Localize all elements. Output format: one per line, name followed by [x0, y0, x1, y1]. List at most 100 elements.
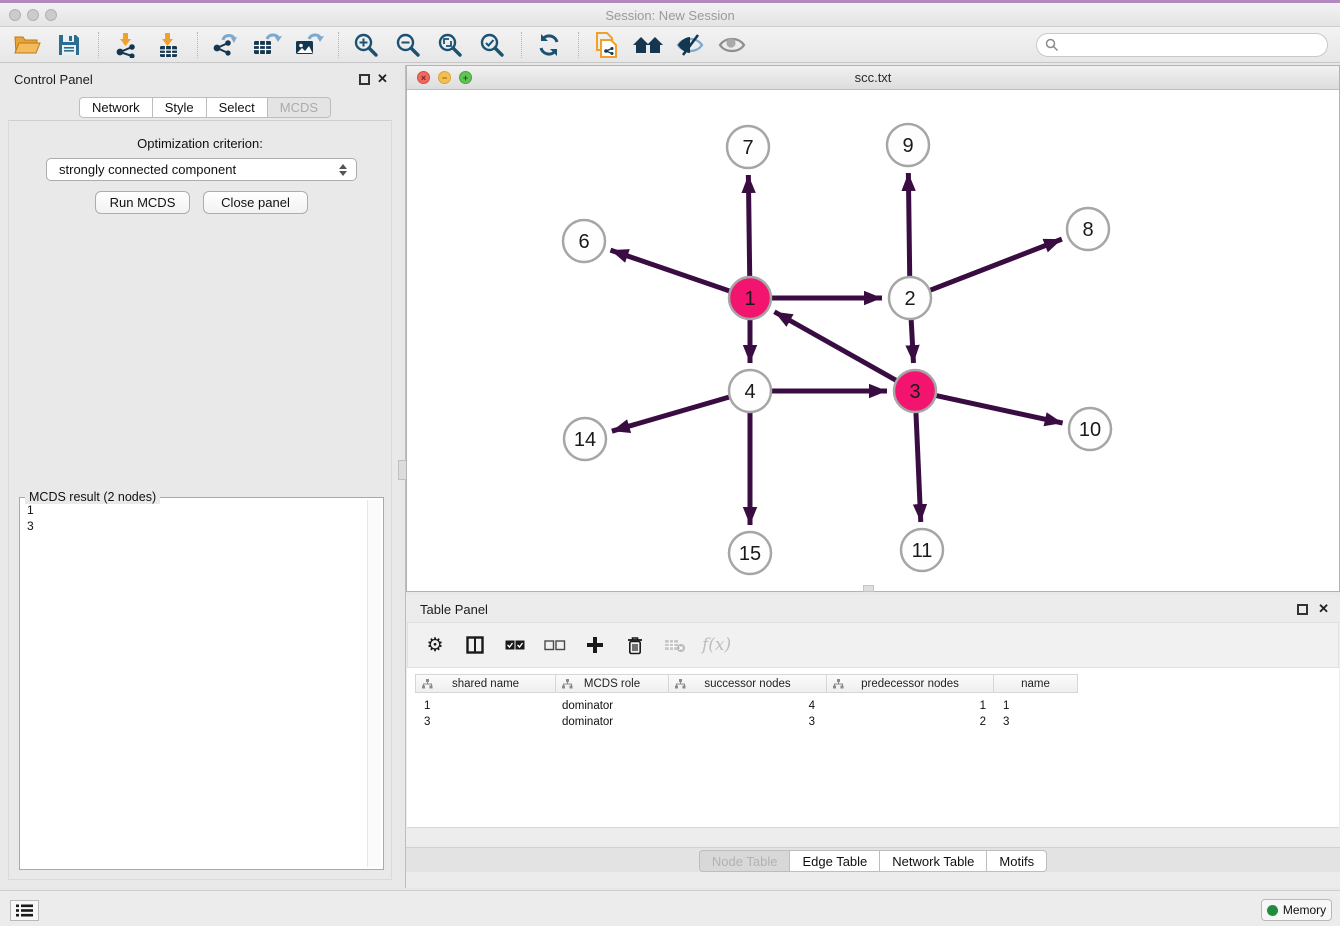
criterion-dropdown[interactable]: strongly connected component [46, 158, 357, 181]
cell-mcds-role: dominator [556, 714, 669, 730]
tab-motifs[interactable]: Motifs [987, 850, 1047, 872]
edge-2-3[interactable] [911, 319, 913, 363]
criterion-value: strongly connected component [59, 162, 335, 177]
close-table-panel-icon[interactable]: ✕ [1318, 601, 1329, 617]
node-10[interactable]: 10 [1069, 408, 1111, 450]
import-table-icon[interactable] [151, 30, 185, 60]
node-15[interactable]: 15 [729, 532, 771, 574]
hide-selected-icon[interactable] [673, 30, 707, 60]
column-label: MCDS role [584, 678, 640, 690]
column-header-shared-name[interactable]: shared name [415, 674, 556, 693]
node-label: 15 [739, 543, 761, 565]
tab-edge-table[interactable]: Edge Table [790, 850, 880, 872]
import-network-icon[interactable] [109, 30, 143, 60]
deselect-all-rows-icon[interactable] [542, 630, 568, 660]
node-label: 8 [1082, 219, 1093, 241]
refresh-icon[interactable] [532, 30, 566, 60]
first-neighbors-icon[interactable] [631, 30, 665, 60]
close-panel-icon[interactable]: ✕ [377, 71, 388, 87]
edge-3-11[interactable] [916, 412, 921, 522]
control-panel-tabs: Network Style Select MCDS [79, 97, 331, 118]
column-header-name[interactable]: name [994, 674, 1078, 693]
edge-1-6[interactable] [610, 250, 730, 291]
node-1[interactable]: 1 [729, 277, 771, 319]
result-scrollbar[interactable] [367, 500, 381, 867]
network-window-titlebar[interactable]: × − + scc.txt [407, 66, 1339, 90]
zoom-fit-icon[interactable] [433, 30, 467, 60]
memory-label: Memory [1283, 903, 1326, 917]
export-image-icon[interactable] [292, 30, 326, 60]
column-label: name [1021, 678, 1050, 690]
node-9[interactable]: 9 [887, 124, 929, 166]
table-hscroll-area[interactable] [407, 827, 1339, 845]
show-all-icon[interactable] [715, 30, 749, 60]
column-type-icon [675, 679, 686, 689]
memory-status-icon [1267, 905, 1278, 916]
columns-icon[interactable] [462, 630, 488, 660]
node-14[interactable]: 14 [564, 418, 606, 460]
float-table-panel-icon[interactable] [1297, 604, 1308, 615]
tab-mcds[interactable]: MCDS [268, 97, 331, 118]
tab-node-table[interactable]: Node Table [699, 850, 791, 872]
node-4[interactable]: 4 [729, 370, 771, 412]
edge-2-9[interactable] [908, 173, 909, 277]
edge-3-1[interactable] [774, 312, 896, 381]
tab-select[interactable]: Select [207, 97, 268, 118]
delete-column-icon[interactable] [622, 630, 648, 660]
function-builder-icon[interactable]: f(x) [702, 630, 731, 660]
network-graph[interactable]: 7 9 6 8 1 2 4 3 14 10 15 11 [407, 90, 1339, 591]
mcds-result-box: MCDS result (2 nodes) 1 3 [19, 497, 384, 870]
zoom-in-icon[interactable] [349, 30, 383, 60]
table-row[interactable]: 1 dominator 4 1 1 [415, 698, 1078, 714]
edge-4-14[interactable] [612, 397, 730, 431]
copy-view-icon[interactable] [589, 30, 623, 60]
column-header-successor-nodes[interactable]: successor nodes [669, 674, 827, 693]
node-3[interactable]: 3 [894, 370, 936, 412]
node-7[interactable]: 7 [727, 126, 769, 168]
toolbar-separator [98, 32, 99, 58]
memory-button[interactable]: Memory [1261, 899, 1332, 921]
task-history-button[interactable] [10, 900, 39, 921]
add-column-icon[interactable] [582, 630, 608, 660]
node-2[interactable]: 2 [889, 277, 931, 319]
node-8[interactable]: 8 [1067, 208, 1109, 250]
toolbar-separator [578, 32, 579, 58]
mcds-result-text[interactable]: 1 3 [22, 502, 365, 867]
control-panel-header: Control Panel ✕ [0, 65, 400, 93]
zoom-selected-icon[interactable] [475, 30, 509, 60]
export-network-icon[interactable] [208, 30, 242, 60]
delete-table-icon[interactable] [662, 630, 688, 660]
edge-1-7[interactable] [748, 175, 749, 277]
main-toolbar [0, 27, 1340, 63]
edge-3-10[interactable] [936, 395, 1063, 423]
mcds-panel: Optimization criterion: strongly connect… [8, 120, 392, 880]
column-label: successor nodes [704, 678, 790, 690]
node-11[interactable]: 11 [901, 529, 943, 571]
save-session-icon[interactable] [52, 30, 86, 60]
column-header-mcds-role[interactable]: MCDS role [556, 674, 669, 693]
tab-network[interactable]: Network [79, 97, 153, 118]
main-titlebar[interactable]: Session: New Session [0, 3, 1340, 27]
network-canvas[interactable]: 7 9 6 8 1 2 4 3 14 10 15 11 [407, 90, 1339, 591]
column-header-predecessor-nodes[interactable]: predecessor nodes [827, 674, 994, 693]
tab-network-table[interactable]: Network Table [880, 850, 987, 872]
select-all-rows-icon[interactable] [502, 630, 528, 660]
float-panel-icon[interactable] [359, 74, 370, 85]
export-table-icon[interactable] [250, 30, 284, 60]
search-box[interactable] [1036, 33, 1328, 57]
run-mcds-button[interactable]: Run MCDS [95, 191, 190, 214]
close-panel-button[interactable]: Close panel [203, 191, 308, 214]
node-label: 1 [744, 288, 755, 310]
node-label: 14 [574, 429, 596, 451]
cell-predecessor-nodes: 2 [827, 714, 994, 730]
gear-icon[interactable]: ⚙ [422, 630, 448, 660]
open-file-icon[interactable] [10, 30, 44, 60]
edge-2-8[interactable] [930, 239, 1062, 290]
search-input[interactable] [1059, 38, 1327, 52]
column-type-icon [422, 679, 433, 689]
tab-style[interactable]: Style [153, 97, 207, 118]
table-row[interactable]: 3 dominator 3 2 3 [415, 714, 1078, 730]
node-6[interactable]: 6 [563, 220, 605, 262]
canvas-resize-grip[interactable] [863, 585, 874, 592]
zoom-out-icon[interactable] [391, 30, 425, 60]
